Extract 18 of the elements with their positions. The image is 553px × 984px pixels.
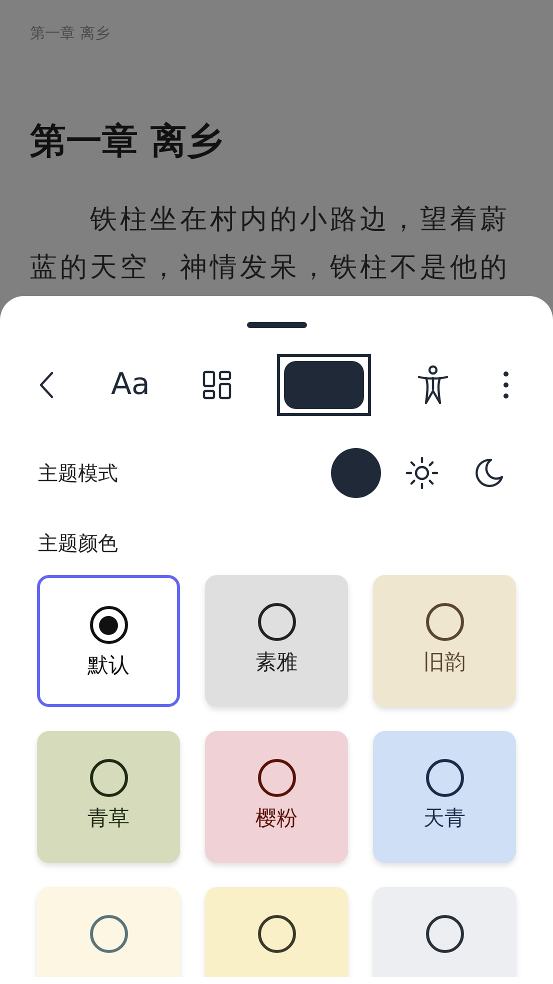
- person-icon: [416, 365, 450, 405]
- theme-swatch[interactable]: 樱粉: [205, 731, 348, 863]
- chapter-paragraph: 铁柱坐在村内的小路边，望着蔚蓝的天空，神情发呆，铁柱不是他的: [30, 203, 511, 285]
- theme-mode-label: 主题模式: [38, 460, 118, 487]
- system-mode-button[interactable]: [331, 448, 381, 498]
- theme-swatch[interactable]: 默认: [37, 575, 180, 707]
- theme-color-label: 主题颜色: [37, 530, 119, 557]
- theme-swatch[interactable]: 旧韵: [373, 575, 516, 707]
- sun-icon: [405, 456, 439, 490]
- theme-swatch[interactable]: 天青: [373, 731, 516, 863]
- font-button[interactable]: Aa: [104, 363, 157, 407]
- theme-swatch[interactable]: 青草: [37, 731, 180, 863]
- more-icon: [502, 370, 510, 400]
- chapter-title: 第一章 离乡: [30, 120, 224, 164]
- theme-swatch[interactable]: 素雅: [205, 575, 348, 707]
- grid-icon: [202, 370, 232, 400]
- theme-tab[interactable]: [276, 354, 371, 416]
- drag-handle[interactable]: [246, 322, 306, 328]
